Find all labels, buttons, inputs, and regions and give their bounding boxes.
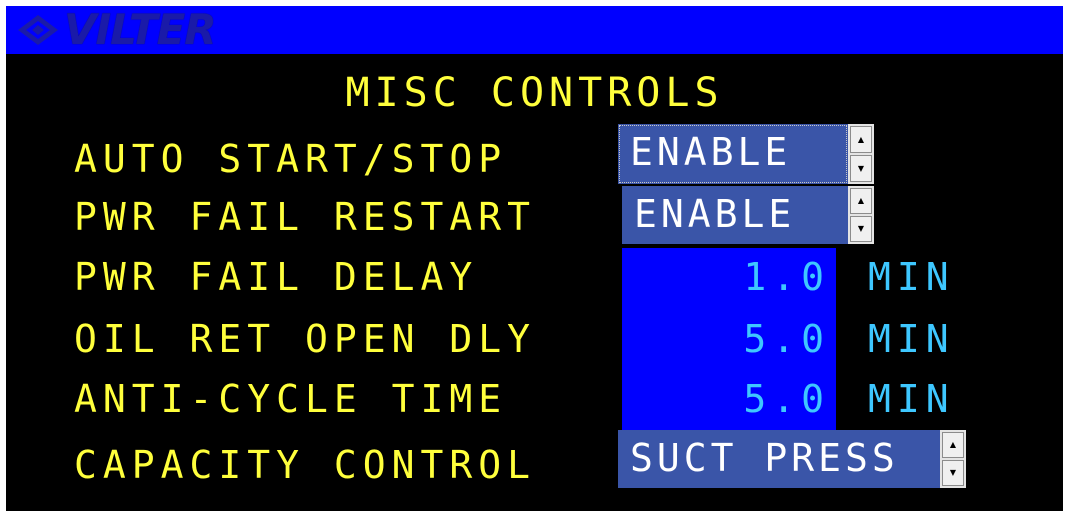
auto-start-stop-spinner[interactable]: ▲ ▼: [848, 124, 874, 184]
label-auto-start-stop: AUTO START/STOP: [74, 137, 508, 181]
arrow-up-icon: ▲: [857, 134, 865, 144]
capacity-control-spinner[interactable]: ▲ ▼: [940, 430, 966, 488]
logo-text: VILTER: [64, 6, 217, 54]
anti-cycle-time-unit: MIN: [868, 377, 955, 421]
spin-down-button[interactable]: ▼: [850, 216, 872, 242]
vilter-diamond-logo-icon: [18, 15, 58, 45]
spin-down-button[interactable]: ▼: [942, 460, 964, 486]
header-bar: VILTER: [6, 6, 1063, 54]
page-title: MISC CONTROLS: [345, 70, 724, 116]
spin-up-button[interactable]: ▲: [942, 432, 964, 458]
spin-up-button[interactable]: ▲: [850, 126, 872, 153]
spin-up-button[interactable]: ▲: [850, 188, 872, 214]
capacity-control-value: SUCT PRESS: [630, 436, 899, 480]
label-anti-cycle-time: ANTI-CYCLE TIME: [74, 377, 508, 421]
oil-ret-open-dly-unit: MIN: [868, 317, 955, 361]
label-oil-ret-open-dly: OIL RET OPEN DLY: [74, 317, 537, 361]
pwr-fail-restart-value: ENABLE: [634, 192, 796, 236]
auto-start-stop-select[interactable]: ENABLE: [618, 124, 848, 184]
oil-ret-open-dly-input[interactable]: 5.0: [622, 316, 830, 362]
label-pwr-fail-restart: PWR FAIL RESTART: [74, 195, 537, 239]
hmi-screen: VILTER MISC CONTROLS AUTO START/STOP ENA…: [6, 6, 1063, 511]
pwr-fail-delay-input[interactable]: 1.0: [622, 254, 830, 300]
label-capacity-control: CAPACITY CONTROL: [74, 443, 537, 487]
pwr-fail-restart-select[interactable]: ENABLE: [622, 186, 848, 244]
arrow-down-icon: ▼: [949, 468, 957, 477]
label-pwr-fail-delay: PWR FAIL DELAY: [74, 255, 479, 299]
pwr-fail-delay-unit: MIN: [868, 255, 955, 299]
arrow-up-icon: ▲: [857, 196, 865, 205]
anti-cycle-time-input[interactable]: 5.0: [622, 376, 830, 422]
arrow-down-icon: ▼: [857, 163, 865, 173]
arrow-up-icon: ▲: [949, 440, 957, 449]
arrow-down-icon: ▼: [857, 224, 865, 233]
pwr-fail-restart-spinner[interactable]: ▲ ▼: [848, 186, 874, 244]
auto-start-stop-value: ENABLE: [630, 130, 792, 174]
spin-down-button[interactable]: ▼: [850, 155, 872, 182]
vilter-logo: VILTER: [16, 6, 217, 54]
capacity-control-select[interactable]: SUCT PRESS: [618, 430, 940, 488]
